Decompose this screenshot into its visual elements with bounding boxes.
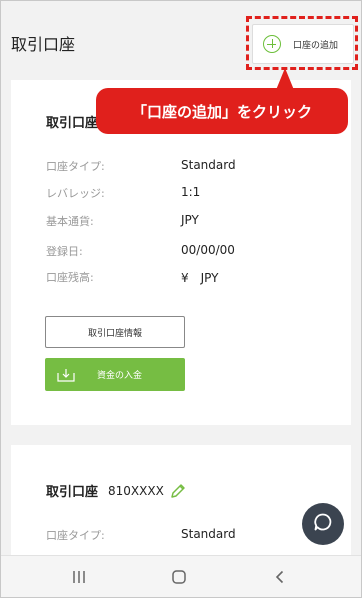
account-info-button[interactable]: 取引口座情報 [45, 316, 185, 348]
detail-row-registration-date: 登録日: 00/00/00 [46, 243, 336, 259]
page-title: 取引口座 [11, 35, 76, 54]
detail-label: 口座タイプ: [46, 160, 105, 173]
callout-pointer [276, 68, 294, 90]
detail-value: 00/00/00 [181, 243, 235, 257]
detail-row-account-type: 口座タイプ: Standard [46, 527, 336, 543]
card-title: 取引口座 810XXXX [46, 481, 186, 500]
recents-icon[interactable] [71, 569, 87, 585]
card-title-text: 取引口座 [46, 485, 99, 500]
detail-value: 1:1 [181, 185, 201, 199]
home-icon[interactable] [171, 569, 187, 585]
instruction-callout: 「口座の追加」をクリック [96, 88, 348, 134]
back-icon[interactable] [272, 569, 288, 585]
detail-label: 登録日: [46, 245, 83, 258]
detail-label: レバレッジ: [46, 187, 105, 200]
detail-value: Standard [181, 527, 236, 541]
system-navbar [0, 555, 362, 598]
detail-value: ¥ JPY [181, 271, 219, 285]
card-title: 取引口座 [46, 112, 98, 131]
deposit-label: 資金の入金 [97, 371, 143, 381]
detail-label: 基本通貨: [46, 215, 94, 228]
detail-value: Standard [181, 158, 236, 172]
detail-row-leverage: レバレッジ: 1:1 [46, 185, 336, 201]
card-title-text: 取引口座 [46, 116, 99, 131]
deposit-icon [57, 368, 75, 382]
detail-label: 口座残高: [46, 271, 94, 284]
pencil-icon[interactable] [170, 483, 186, 499]
chat-icon [313, 512, 333, 536]
highlight-box [246, 16, 358, 70]
detail-row-base-currency: 基本通貨: JPY [46, 213, 336, 229]
detail-value: JPY [181, 213, 199, 227]
account-card: 取引口座 810XXXX 口座タイプ: Standard [11, 445, 351, 565]
detail-row-account-type: 口座タイプ: Standard [46, 158, 336, 174]
account-number: 810XXXX [108, 483, 164, 498]
detail-label: 口座タイプ: [46, 529, 105, 542]
deposit-button[interactable]: 資金の入金 [45, 358, 185, 391]
detail-row-balance: 口座残高: ¥ JPY [46, 269, 336, 285]
chat-button[interactable] [302, 503, 344, 545]
